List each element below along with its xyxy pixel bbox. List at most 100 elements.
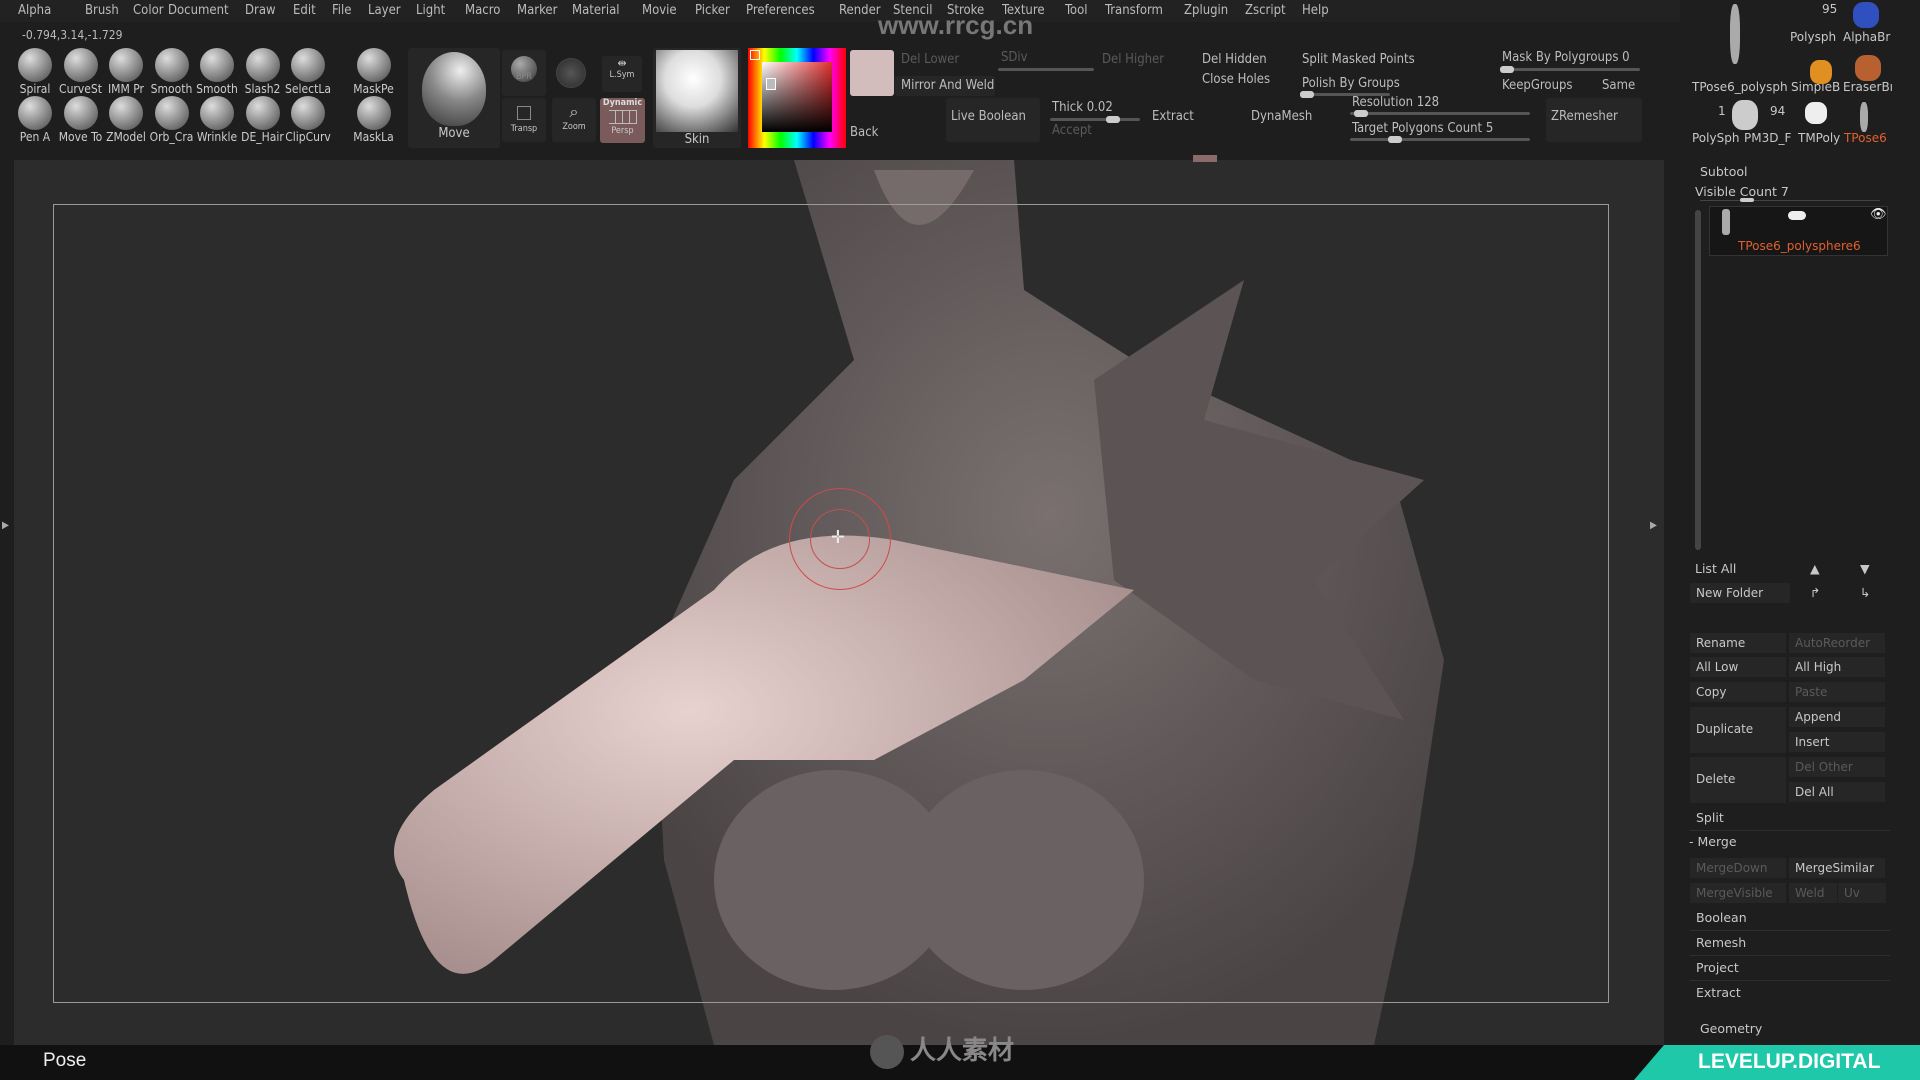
close-holes-button[interactable]: Close Holes (1202, 72, 1270, 87)
main-color-swatch[interactable] (850, 50, 894, 96)
tool-thumb-label[interactable]: EraserBı (1843, 80, 1893, 94)
tool-thumb-label[interactable]: PolySph (1692, 131, 1739, 145)
menu-tool[interactable]: Tool (1065, 3, 1088, 18)
geometry-menu[interactable]: Geometry (1700, 1021, 1762, 1036)
brush-slash2[interactable]: Slash2 (242, 48, 284, 96)
menu-brush[interactable]: Brush (85, 3, 119, 18)
append-button[interactable]: Append (1789, 707, 1885, 727)
brush-move-to[interactable]: Move To (59, 96, 102, 144)
tool-thumb-label[interactable]: TMPoly (1798, 131, 1840, 145)
insert-button[interactable]: Insert (1789, 732, 1885, 752)
move-down-folder-icon[interactable]: ↳ (1860, 585, 1870, 600)
menu-preferences[interactable]: Preferences (746, 3, 815, 18)
tool-thumbnail-icon[interactable] (1732, 100, 1758, 130)
menu-picker[interactable]: Picker (695, 3, 730, 18)
sdiv-slider-label[interactable]: SDiv (1001, 50, 1028, 65)
color-picker[interactable] (748, 48, 846, 148)
tool-thumb-label[interactable]: TPose6 (1844, 131, 1887, 145)
menu-zplugin[interactable]: Zplugin (1184, 3, 1228, 18)
subtool-scrollbar[interactable] (1695, 210, 1701, 550)
weld-button[interactable]: Weld (1789, 883, 1837, 903)
color-square[interactable] (762, 62, 832, 132)
tool-thumb-label[interactable]: TPose6_polysph (1692, 80, 1788, 94)
menu-movie[interactable]: Movie (642, 3, 677, 18)
new-folder-button[interactable]: New Folder (1690, 583, 1790, 603)
brush-clipcurv[interactable]: ClipCurv (285, 96, 331, 144)
eye-icon[interactable]: 👁 (1870, 207, 1887, 222)
zoom-button[interactable]: ⌕ Zoom (552, 98, 596, 142)
sdiv-slider[interactable] (998, 68, 1094, 71)
menu-edit[interactable]: Edit (293, 3, 316, 18)
target-polygons-slider[interactable] (1350, 136, 1530, 143)
remesh-section[interactable]: Remesh (1696, 935, 1746, 950)
paste-button[interactable]: Paste (1789, 682, 1885, 702)
list-all-button[interactable]: List All (1695, 561, 1736, 576)
lsym-button[interactable]: ⇹ L.Sym (602, 56, 642, 92)
menu-transform[interactable]: Transform (1105, 3, 1163, 18)
tool-thumb-label[interactable]: AlphaBr (1843, 30, 1890, 44)
accept-button[interactable]: Accept (1052, 123, 1092, 138)
menu-marker[interactable]: Marker (517, 3, 557, 18)
mask-polygroups-slider[interactable] (1500, 66, 1640, 73)
polypaint-toggle-icon[interactable] (1788, 211, 1806, 220)
del-lower-button[interactable]: Del Lower (901, 52, 959, 67)
extract-button[interactable]: Extract (1152, 109, 1194, 124)
keep-groups-button[interactable]: KeepGroups (1502, 78, 1573, 93)
del-higher-button[interactable]: Del Higher (1102, 52, 1164, 67)
subtool-title[interactable]: Subtool (1700, 164, 1747, 179)
left-tray-toggle[interactable]: ▶ (2, 520, 10, 550)
tool-thumbnail-icon[interactable] (1860, 102, 1868, 132)
tool-thumbnail-icon[interactable] (1853, 2, 1879, 28)
del-all-button[interactable]: Del All (1789, 782, 1885, 802)
merge-similar-button[interactable]: MergeSimilar (1789, 858, 1885, 878)
del-other-button[interactable]: Del Other (1789, 757, 1885, 777)
current-brush-move[interactable]: Move (408, 48, 500, 148)
auto-reorder-button[interactable]: AutoReorder (1789, 633, 1885, 653)
same-button[interactable]: Same (1602, 78, 1635, 93)
menu-render[interactable]: Render (839, 3, 881, 18)
right-tray-toggle[interactable]: ▶ (1650, 520, 1658, 550)
brush-maskpe[interactable]: MaskPe (353, 48, 395, 96)
menu-zscript[interactable]: Zscript (1245, 3, 1286, 18)
merge-down-button[interactable]: MergeDown (1690, 858, 1786, 878)
brush-zmodel[interactable]: ZModel (105, 96, 147, 144)
material-skin-button[interactable]: Skin (653, 48, 741, 148)
mask-by-polygroups-slider[interactable]: Mask By Polygroups 0 (1502, 50, 1630, 65)
tool-thumb-label[interactable]: 1 (1718, 104, 1726, 118)
brush-de-hair[interactable]: DE_Hair (241, 96, 284, 144)
tool-thumbnail-icon[interactable] (1730, 4, 1740, 64)
menu-file[interactable]: File (332, 3, 351, 18)
rename-button[interactable]: Rename (1690, 633, 1786, 653)
delete-button[interactable]: Delete (1690, 757, 1786, 803)
bpr-button[interactable]: BPR (502, 50, 546, 96)
visible-count-slider[interactable]: Visible Count 7 (1695, 184, 1789, 199)
arrow-down-icon[interactable]: ▼ (1860, 561, 1870, 576)
spotlight-icon[interactable] (556, 58, 586, 88)
brush-selectla[interactable]: SelectLa (285, 48, 331, 96)
polish-by-groups-slider[interactable]: Polish By Groups (1302, 76, 1400, 91)
top-scroll-marker[interactable] (1193, 155, 1217, 162)
brush-wrinkle[interactable]: Wrinkle (196, 96, 238, 144)
del-hidden-button[interactable]: Del Hidden (1202, 52, 1267, 67)
merge-section[interactable]: - Merge (1689, 834, 1737, 849)
duplicate-button[interactable]: Duplicate (1690, 707, 1786, 753)
tool-thumbnail-icon[interactable] (1810, 60, 1832, 84)
subtool-item-active[interactable]: 👁 TPose6_polysphere6 (1709, 206, 1888, 256)
tool-thumb-label[interactable]: PM3D_F (1744, 131, 1791, 145)
menu-help[interactable]: Help (1302, 3, 1329, 18)
menu-draw[interactable]: Draw (245, 3, 276, 18)
menu-layer[interactable]: Layer (368, 3, 401, 18)
resolution-slider[interactable] (1350, 110, 1530, 117)
resolution-slider-label[interactable]: Resolution 128 (1352, 95, 1439, 110)
menu-macro[interactable]: Macro (465, 3, 500, 18)
uv-button[interactable]: Uv (1838, 883, 1886, 903)
tool-thumb-label[interactable]: 94 (1770, 104, 1785, 118)
copy-button[interactable]: Copy (1690, 682, 1786, 702)
transp-button[interactable]: Transp (502, 98, 546, 142)
project-section[interactable]: Project (1696, 960, 1739, 975)
tool-thumb-label[interactable]: Polysph (1790, 30, 1836, 44)
tool-thumbnail-icon[interactable] (1855, 55, 1881, 81)
thick-slider[interactable] (1050, 116, 1140, 123)
menu-document[interactable]: Document (168, 3, 229, 18)
brush-spiral[interactable]: Spiral (14, 48, 56, 96)
